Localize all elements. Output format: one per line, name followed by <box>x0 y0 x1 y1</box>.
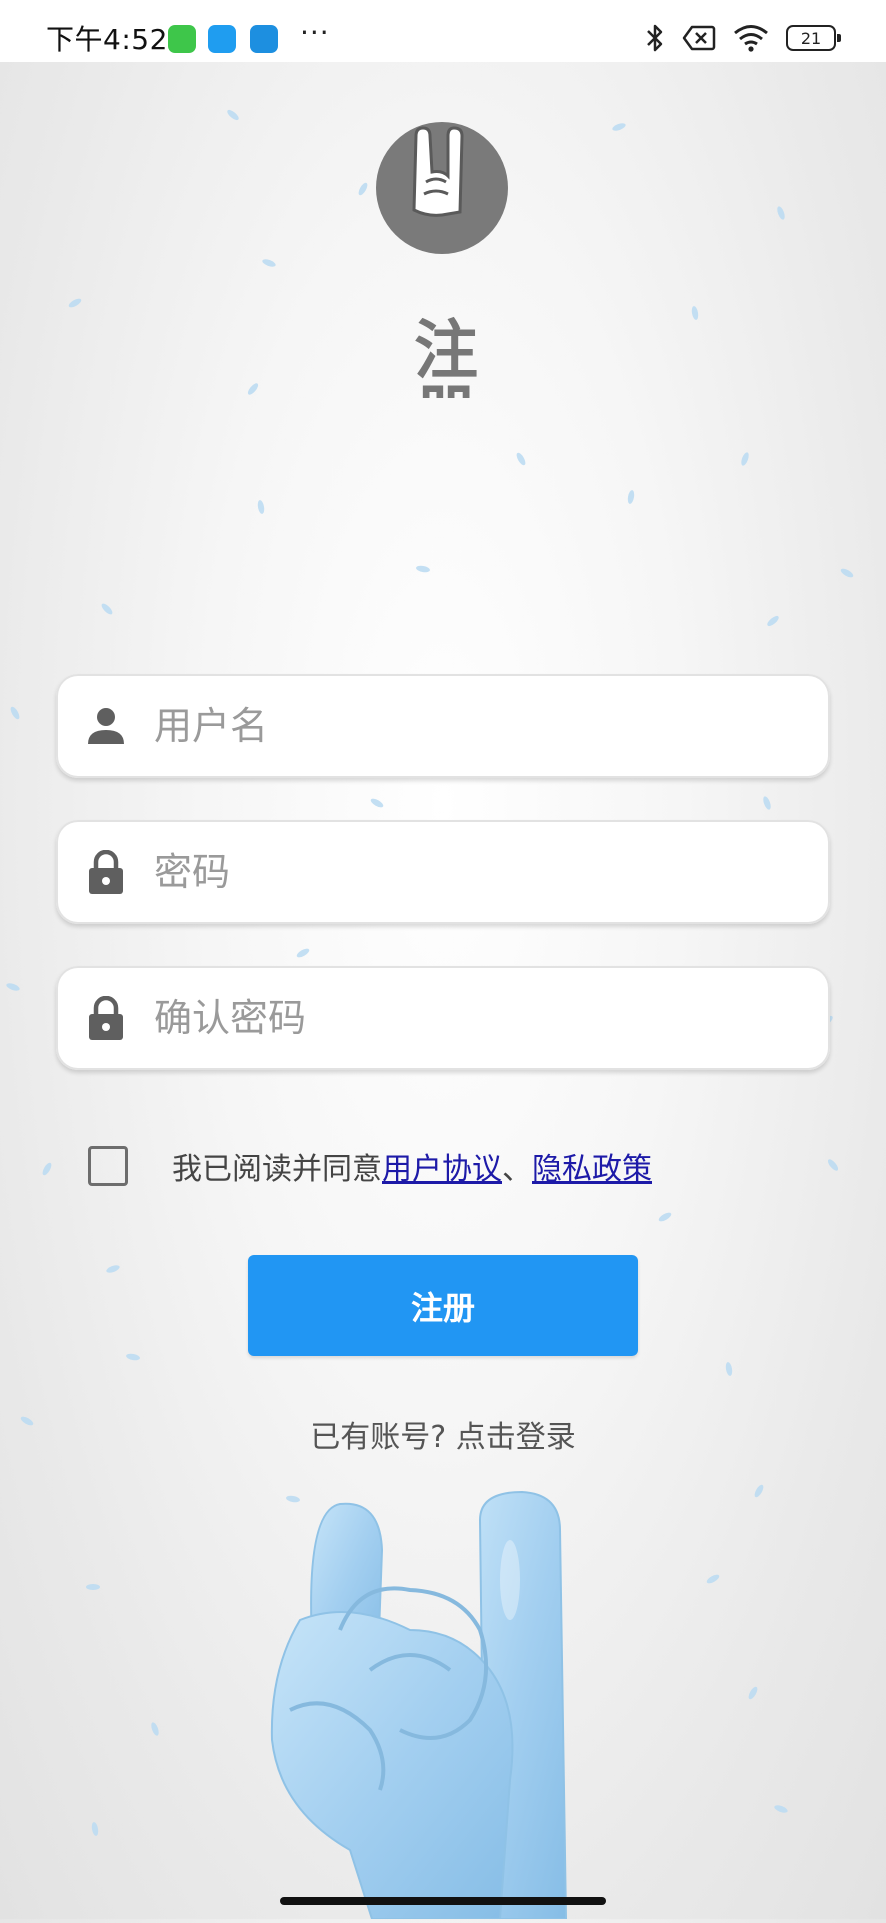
register-button[interactable]: 注册 <box>248 1255 638 1356</box>
n-app-icon <box>250 25 278 53</box>
wifi-icon <box>734 25 768 52</box>
status-time: 下午4:52 <box>46 23 168 56</box>
username-input[interactable] <box>154 674 794 778</box>
confirm-password-field[interactable] <box>56 966 830 1070</box>
password-field[interactable] <box>56 820 830 924</box>
privacy-policy-link[interactable]: 隐私政策 <box>532 1152 652 1187</box>
login-link[interactable]: 已有账号? 点击登录 <box>0 1412 886 1456</box>
user-agreement-link[interactable]: 用户协议 <box>382 1152 502 1187</box>
username-field[interactable] <box>56 674 830 778</box>
rock-hand-logo-icon: 注册 <box>376 122 508 445</box>
agreement-separator: 、 <box>502 1152 532 1187</box>
agreement-text: 我已阅读并同意用户协议、隐私政策 <box>172 1144 652 1188</box>
agreement-checkbox[interactable] <box>88 1146 128 1186</box>
blue-chat-icon <box>208 25 236 53</box>
lock-icon <box>89 996 123 1040</box>
battery-level: 21 <box>800 28 822 48</box>
status-icons: 21 <box>644 20 841 56</box>
logo-title: 注册 <box>403 316 477 398</box>
user-icon <box>88 708 124 744</box>
confirm-password-input[interactable] <box>154 966 794 1070</box>
green-app-icon <box>168 25 196 53</box>
no-sim-icon <box>682 25 716 51</box>
more-notifications: ··· <box>300 16 330 49</box>
home-indicator[interactable] <box>280 1897 606 1905</box>
hand-illustration <box>260 1480 620 1920</box>
bluetooth-icon <box>647 24 663 52</box>
app-logo: 注册 <box>370 118 510 445</box>
status-bar: 下午4:52 ··· 21 <box>0 0 886 62</box>
password-input[interactable] <box>154 820 794 924</box>
battery-icon: 21 <box>786 25 841 51</box>
rock-hand-illustration <box>270 1490 568 1920</box>
agreement-prefix: 我已阅读并同意 <box>172 1152 382 1187</box>
lock-icon <box>89 850 123 894</box>
